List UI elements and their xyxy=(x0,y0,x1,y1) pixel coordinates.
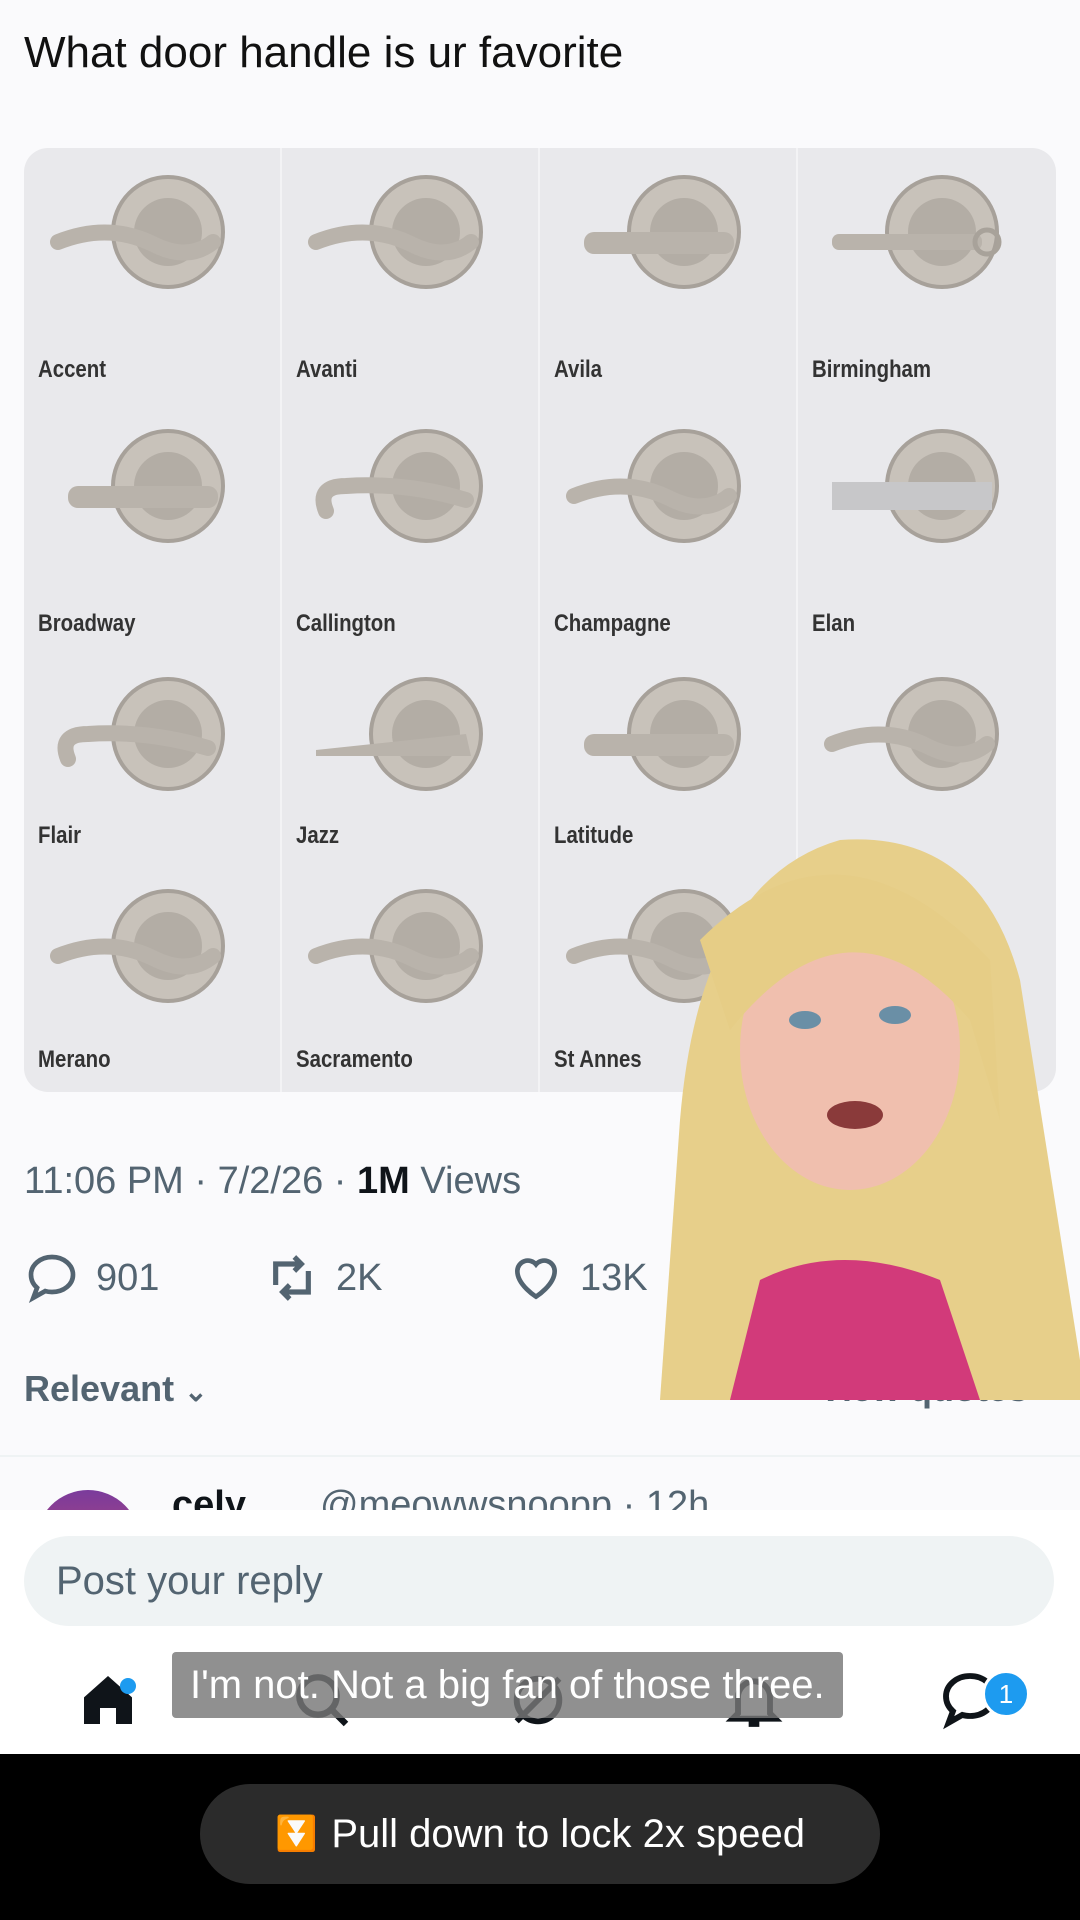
door-handle-icon xyxy=(316,677,483,791)
views-count: 1M xyxy=(357,1160,410,1202)
handle-cell: Callington xyxy=(282,402,540,656)
door-handle-icon xyxy=(315,429,483,543)
messages-badge: 1 xyxy=(982,1670,1030,1718)
handle-cell: Sacramento xyxy=(282,868,540,1092)
handle-label: Jazz xyxy=(296,822,340,849)
door-handle-icon xyxy=(308,175,483,289)
repost-icon xyxy=(273,1255,311,1301)
handle-cell: Avila xyxy=(540,148,798,402)
door-handle-icon xyxy=(50,175,225,289)
handle-label: Birmingham xyxy=(812,356,932,383)
home-notification-dot xyxy=(120,1678,136,1694)
heart-icon xyxy=(514,1258,558,1300)
handle-label: Sacramento xyxy=(296,1046,413,1073)
repost-count: 2K xyxy=(336,1256,383,1299)
handle-cell: Birmingham xyxy=(798,148,1056,402)
door-handle-icon xyxy=(584,175,741,289)
repost-button[interactable]: 2K xyxy=(264,1250,382,1306)
door-handle-icon xyxy=(824,677,999,791)
door-handle-icon xyxy=(308,889,483,1003)
door-handle-icon xyxy=(584,677,741,791)
handle-label: Avila xyxy=(554,356,603,383)
avatar[interactable] xyxy=(36,1490,140,1510)
handle-label: Merano xyxy=(38,1046,111,1073)
sort-label: Relevant xyxy=(24,1368,175,1409)
like-button[interactable]: 13K xyxy=(508,1250,648,1306)
reply-icon xyxy=(28,1254,76,1304)
reply-item[interactable]: cely @meowwsnoopp · 12h xyxy=(0,1470,1080,1510)
speed-lock-label: Pull down to lock 2x speed xyxy=(331,1811,805,1856)
handle-cell: Broadway xyxy=(24,402,282,656)
tweet-timestamp: 11:06 PM · 7/2/26 · xyxy=(24,1160,358,1202)
handle-label: Elan xyxy=(812,610,856,637)
reply-author-name: cely xyxy=(172,1484,246,1510)
handle-cell: Elan xyxy=(798,402,1056,656)
reply-button[interactable]: 901 xyxy=(24,1250,159,1306)
divider xyxy=(0,1455,1080,1457)
tweet-text: What door handle is ur favorite xyxy=(24,28,624,77)
door-handle-icon xyxy=(832,429,999,543)
door-handle-icon xyxy=(50,889,225,1003)
door-handle-icon xyxy=(566,429,741,543)
reply-input[interactable]: Post your reply xyxy=(24,1536,1054,1626)
sort-dropdown[interactable]: Relevant ⌄ xyxy=(24,1368,208,1410)
handle-label: Champagne xyxy=(554,610,671,637)
handle-label: Broadway xyxy=(38,610,136,637)
handle-label: Callington xyxy=(296,610,396,637)
handle-label: St Annes xyxy=(554,1046,642,1073)
views-label: Views xyxy=(409,1160,522,1202)
reply-composer: Post your reply xyxy=(0,1510,1080,1630)
video-control-bar: ⏬ Pull down to lock 2x speed xyxy=(0,1754,1080,1920)
reply-author-handle: @meowwsnoopp · 12h xyxy=(320,1484,710,1510)
handle-label: Latitude xyxy=(554,822,634,849)
handle-label: Accent xyxy=(38,356,107,383)
chevron-down-icon: ⌄ xyxy=(184,1376,208,1407)
tweet-meta: 11:06 PM · 7/2/26 · 1M Views xyxy=(24,1160,521,1203)
reply-count: 901 xyxy=(96,1256,160,1299)
handle-label: Flair xyxy=(38,822,82,849)
door-handle-icon xyxy=(832,175,1002,289)
speed-lock-pill[interactable]: ⏬ Pull down to lock 2x speed xyxy=(200,1784,880,1884)
video-caption: I'm not. Not a big fan of those three. xyxy=(172,1652,843,1718)
handle-cell: Champagne xyxy=(540,402,798,656)
like-count: 13K xyxy=(580,1256,648,1299)
handle-cell: Avanti xyxy=(282,148,540,402)
handle-label: Avanti xyxy=(296,356,358,383)
handle-cell: Accent xyxy=(24,148,282,402)
door-handle-icon xyxy=(57,677,225,791)
handle-cell: Flair xyxy=(24,656,282,868)
door-handle-icon xyxy=(68,429,225,543)
handle-cell: Jazz xyxy=(282,656,540,868)
handle-cell: Merano xyxy=(24,868,282,1092)
double-chevron-down-icon: ⏬ xyxy=(275,1815,318,1853)
creator-video-overlay[interactable] xyxy=(640,820,1080,1400)
